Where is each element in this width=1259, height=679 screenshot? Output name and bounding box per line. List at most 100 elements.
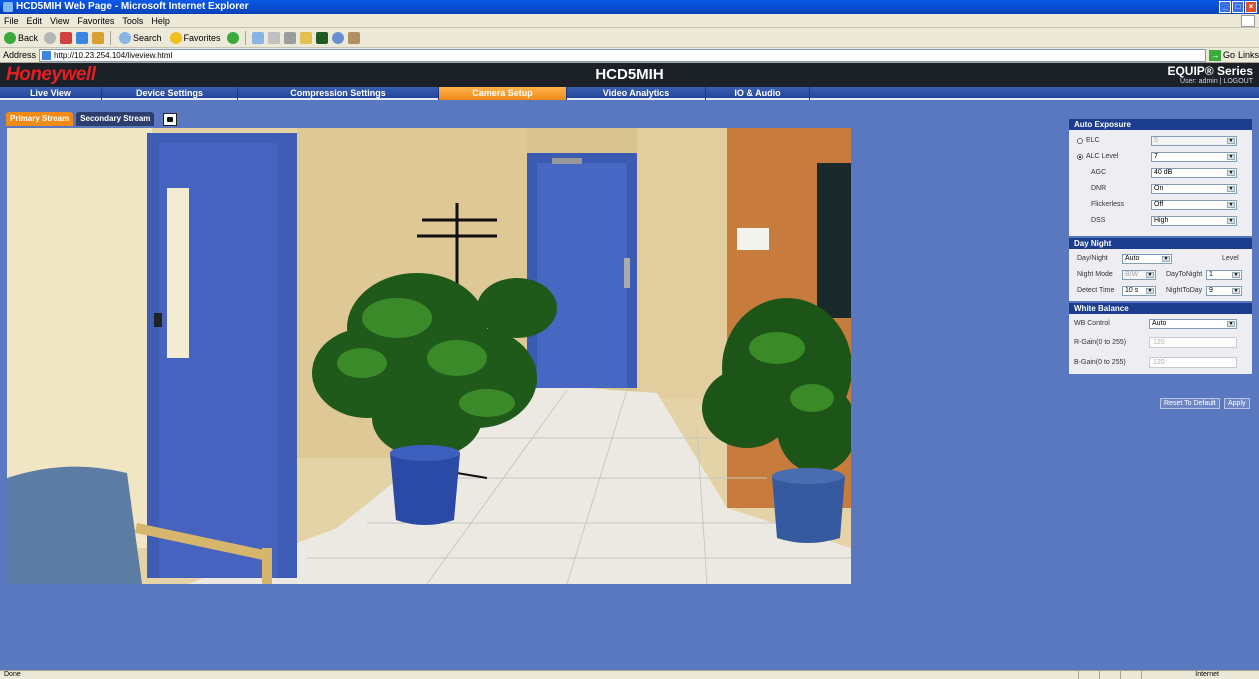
back-arrow-icon (4, 31, 16, 44)
back-button[interactable]: Back (2, 31, 40, 44)
night-to-day-select[interactable]: 9 ▼ (1206, 286, 1242, 296)
links-button[interactable]: Links (1238, 50, 1259, 60)
browser-toolbar: Back Search Favorites (0, 28, 1259, 48)
night-to-day-value: 9 (1209, 287, 1213, 294)
day-night-label: Day/Night (1077, 255, 1108, 262)
chevron-down-icon: ▼ (1227, 218, 1235, 224)
wb-control-select[interactable]: Auto ▼ (1149, 319, 1237, 329)
dss-select[interactable]: High ▼ (1151, 216, 1237, 226)
internet-zone-label: Internet (1195, 671, 1219, 678)
day-night-value: Auto (1125, 255, 1140, 262)
chevron-down-icon: ▼ (1227, 138, 1235, 144)
reset-to-default-button[interactable]: Reset To Default (1160, 398, 1220, 409)
auto-exposure-header: Auto Exposure (1069, 119, 1252, 130)
address-url: http://10.23.254.104/liveview.html (54, 50, 173, 60)
chevron-down-icon: ▼ (1227, 321, 1235, 327)
tab-live-view[interactable]: Live View (0, 87, 102, 100)
white-balance-section: WB Control Auto ▼ R-Gain(0 to 255) 120 B-… (1069, 314, 1252, 374)
agc-value: 40 dB (1154, 169, 1173, 176)
chevron-down-icon: ▼ (1227, 170, 1235, 176)
messenger-icon[interactable] (331, 31, 344, 44)
user-logout-link[interactable]: User: admin | LOGOUT (1180, 78, 1253, 85)
mail-icon[interactable] (267, 31, 280, 44)
home-icon[interactable] (92, 31, 105, 44)
edit-icon[interactable] (315, 31, 328, 44)
alc-level-radio[interactable] (1077, 154, 1083, 160)
menu-bar: File Edit View Favorites Tools Help (0, 14, 1259, 28)
status-text: Done (4, 671, 21, 678)
favorites-button[interactable]: Favorites (168, 31, 223, 44)
maximize-icon[interactable]: □ (1232, 1, 1244, 13)
menu-tools[interactable]: Tools (122, 14, 143, 27)
minimize-icon[interactable]: _ (1219, 1, 1231, 13)
tab-io-audio[interactable]: IO & Audio (706, 87, 810, 100)
windows-flag-icon (1241, 15, 1255, 27)
back-label: Back (18, 32, 39, 43)
flickerless-label: Flickerless (1091, 201, 1125, 208)
night-mode-label: Night Mode (1077, 271, 1113, 278)
apply-button[interactable]: Apply (1224, 398, 1250, 409)
day-night-select[interactable]: Auto ▼ (1122, 254, 1172, 264)
agc-select[interactable]: 40 dB ▼ (1151, 168, 1237, 178)
folder-icon[interactable] (299, 31, 312, 44)
tab-device-settings[interactable]: Device Settings (102, 87, 238, 100)
elc-select[interactable]: 5 ▼ (1151, 136, 1237, 146)
live-video-feed[interactable] (7, 128, 851, 584)
tab-secondary-stream[interactable]: Secondary Stream (76, 112, 155, 126)
address-input[interactable]: http://10.23.254.104/liveview.html (39, 48, 1206, 62)
menu-file[interactable]: File (4, 14, 19, 27)
camera-model-title: HCD5MIH (595, 66, 664, 83)
forward-arrow-icon[interactable] (44, 31, 57, 44)
r-gain-label: R-Gain(0 to 255) (1074, 339, 1127, 346)
b-gain-input[interactable]: 120 (1149, 357, 1237, 368)
elc-radio[interactable] (1077, 138, 1083, 144)
day-night-section: Day/Night Auto ▼ Level Night Mode B/W ▼ Da… (1069, 249, 1252, 301)
tab-camera-setup[interactable]: Camera Setup (439, 87, 567, 100)
menu-help[interactable]: Help (151, 14, 170, 27)
chevron-down-icon: ▼ (1232, 272, 1240, 278)
menu-favorites[interactable]: Favorites (77, 14, 114, 27)
browser-status-bar: Done Internet (0, 670, 1259, 679)
dss-label: DSS (1091, 217, 1106, 224)
menu-view[interactable]: View (50, 14, 69, 27)
refresh-icon[interactable] (76, 31, 89, 44)
dnr-select[interactable]: On ▼ (1151, 184, 1237, 194)
internet-explorer-icon (3, 2, 13, 12)
print-icon[interactable] (283, 31, 296, 44)
tab-compression-settings[interactable]: Compression Settings (238, 87, 439, 100)
app-header: Honeywell HCD5MIH EQUIP® Series User: ad… (0, 63, 1259, 87)
detect-time-label: Detect Time (1077, 287, 1115, 294)
b-gain-label: B-Gain(0 to 255) (1074, 359, 1126, 366)
elc-label: ELC (1086, 137, 1100, 144)
search-label: Search (133, 32, 162, 43)
research-icon[interactable] (347, 31, 360, 44)
r-gain-input[interactable]: 120 (1149, 337, 1237, 348)
day-to-night-select[interactable]: 1 ▼ (1206, 270, 1242, 280)
search-icon (119, 31, 132, 44)
go-button[interactable]: → Go (1208, 49, 1235, 61)
alc-level-value: 7 (1154, 153, 1158, 160)
stop-icon[interactable] (60, 31, 73, 44)
tab-primary-stream[interactable]: Primary Stream (6, 112, 74, 126)
snapshot-camera-icon[interactable] (163, 112, 178, 126)
day-to-night-label: DayToNight (1166, 271, 1203, 278)
alc-level-select[interactable]: 7 ▼ (1151, 152, 1237, 162)
star-icon (169, 31, 182, 44)
history-icon[interactable] (251, 31, 264, 44)
search-button[interactable]: Search (117, 31, 164, 44)
wb-control-value: Auto (1152, 320, 1167, 327)
night-mode-value: B/W (1125, 271, 1139, 278)
stream-tabs: Primary Stream Secondary Stream (6, 112, 178, 126)
close-icon[interactable]: × (1245, 1, 1257, 13)
wb-control-label: WB Control (1074, 320, 1110, 327)
menu-edit[interactable]: Edit (27, 14, 43, 27)
series-label: EQUIP® Series (1167, 64, 1253, 78)
elc-value: 5 (1154, 137, 1158, 144)
night-mode-select[interactable]: B/W ▼ (1122, 270, 1156, 280)
detect-time-select[interactable]: 10 s ▼ (1122, 286, 1156, 296)
address-bar: Address http://10.23.254.104/liveview.ht… (0, 48, 1259, 63)
chevron-down-icon: ▼ (1227, 186, 1235, 192)
media-icon[interactable] (226, 31, 239, 44)
tab-video-analytics[interactable]: Video Analytics (567, 87, 706, 100)
flickerless-select[interactable]: Off ▼ (1151, 200, 1237, 210)
